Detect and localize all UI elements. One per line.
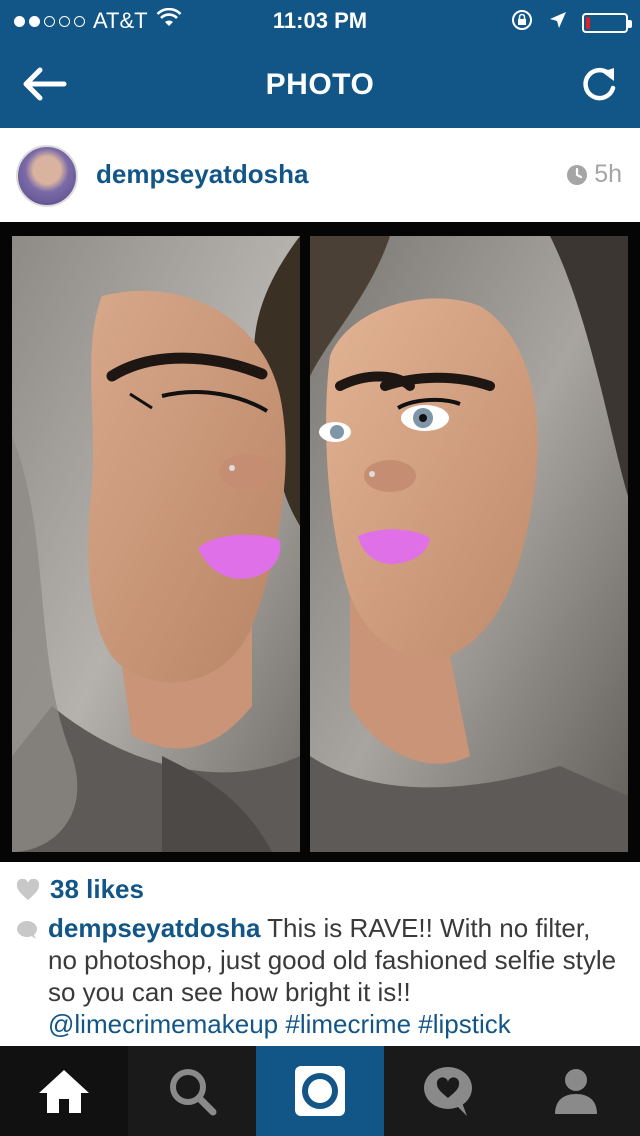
- rotation-lock-icon: [510, 8, 534, 38]
- battery-fill: [586, 17, 590, 29]
- caption-username[interactable]: dempseyatdosha: [48, 913, 260, 943]
- camera-icon: [295, 1066, 345, 1116]
- photo-panel-right: [310, 236, 628, 852]
- tab-profile[interactable]: [512, 1046, 640, 1136]
- caption-tag[interactable]: #lipstick: [418, 1009, 510, 1039]
- heart-icon: [16, 878, 40, 900]
- caption-tag[interactable]: @limecrimemakeup: [48, 1009, 278, 1039]
- clock-icon: [567, 164, 588, 185]
- tab-camera[interactable]: [256, 1046, 384, 1136]
- search-icon: [170, 1069, 217, 1116]
- tab-home[interactable]: [0, 1046, 128, 1136]
- heart-bubble-icon: [424, 1067, 472, 1116]
- location-icon: [548, 10, 568, 36]
- status-bar: AT&T 11:03 PM: [0, 0, 640, 40]
- caption-tag[interactable]: #limecrime: [285, 1009, 411, 1039]
- status-right: [510, 8, 632, 38]
- avatar[interactable]: [16, 145, 78, 207]
- post-photo[interactable]: [0, 222, 640, 862]
- post-time: 5h: [566, 160, 622, 189]
- refresh-icon: [583, 67, 616, 101]
- caption-text: dempseyatdosha This is RAVE!! With no fi…: [48, 912, 626, 1040]
- page-title: PHOTO: [265, 68, 375, 101]
- nav-bar: PHOTO: [0, 40, 640, 128]
- photo-panel-left: [12, 236, 300, 852]
- top-bar: AT&T 11:03 PM PHOTO: [0, 0, 640, 128]
- person-icon: [555, 1069, 597, 1114]
- home-icon: [39, 1070, 89, 1113]
- time-ago-label: 5h: [594, 160, 622, 188]
- tab-search[interactable]: [128, 1046, 256, 1136]
- post-header: dempseyatdosha 5h: [0, 128, 640, 222]
- tab-bar: [0, 1046, 640, 1136]
- refresh-button[interactable]: [578, 62, 620, 106]
- likes-count[interactable]: 38 likes: [50, 874, 144, 905]
- tab-activity[interactable]: [384, 1046, 512, 1136]
- comment-icon: [17, 921, 37, 939]
- post-username[interactable]: dempseyatdosha: [96, 159, 308, 190]
- likes-row[interactable]: 38 likes: [16, 874, 144, 905]
- battery-icon: [582, 13, 632, 33]
